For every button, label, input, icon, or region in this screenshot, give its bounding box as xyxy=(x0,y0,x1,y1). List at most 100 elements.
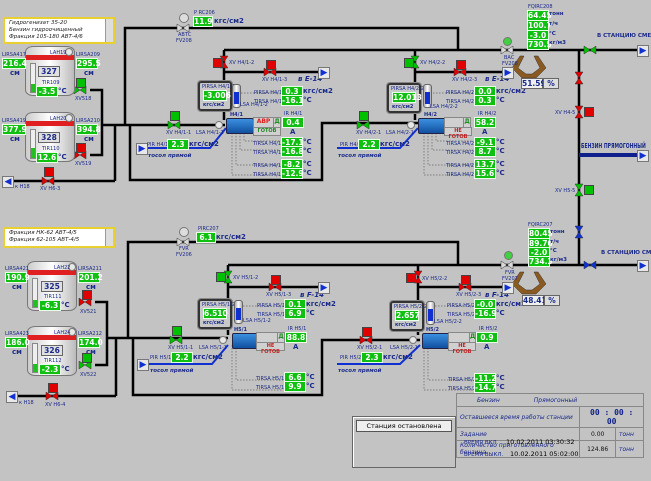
arrow-right-icon[interactable]: ▶ xyxy=(502,67,514,79)
valve-tag[interactable]: FV207 xyxy=(502,276,518,282)
valve-xv-h4-2-2[interactable] xyxy=(404,58,414,68)
arrow-right-icon[interactable]: ▶ xyxy=(318,67,330,79)
level-value: 190.9 xyxy=(5,272,30,283)
pump-tag: Н4/1 xyxy=(230,112,243,118)
valve-xv-h5-1-3[interactable] xyxy=(271,275,281,285)
valve-tag: XV Н5/2-1 xyxy=(357,345,383,351)
tank-number: 325 xyxy=(41,281,63,292)
production-table: Бензин Прямогонный Оставшееся время работ… xyxy=(455,393,645,458)
list-item[interactable]: Фракция 105-180 АВТ-4/6 xyxy=(9,34,103,41)
unit: кг/м3 xyxy=(550,257,567,263)
pump-h5-2[interactable] xyxy=(422,333,450,349)
product-list-bottom[interactable]: Фракция НК-62 АВТ-4/5 Фракция 62-105 АВТ… xyxy=(3,227,115,248)
product-list-top[interactable]: Гидрогенизат 35-20 Бензин гидроочищенный… xyxy=(3,17,115,44)
unit: °С xyxy=(306,382,315,390)
valve-xv-h5-2-1[interactable] xyxy=(362,327,372,337)
arrow-left-icon[interactable]: ◀ xyxy=(2,176,14,188)
temp-value: -3.5 xyxy=(36,86,58,97)
level-switch-tag: LSA Н4/2-1 xyxy=(386,130,414,136)
current-value: 58.2 xyxy=(474,117,496,128)
unit: °С xyxy=(550,248,557,254)
temp-value: -6.3 xyxy=(39,300,61,311)
stream-label: БЕНЗИН ПРЯМОГОННЫЙ xyxy=(581,142,646,150)
valve-tag: FV206 xyxy=(176,252,192,258)
product-label: Бензин xyxy=(477,396,500,404)
valve-xv-h4-1-3[interactable] xyxy=(266,60,276,70)
valve-xv522[interactable] xyxy=(82,353,92,363)
pressure-value: 2.2 xyxy=(358,139,380,150)
temp-value: 6.9 xyxy=(284,308,306,319)
pump-tag: Н4/2 xyxy=(424,112,437,118)
valve-tag: XV Н5/1-2 xyxy=(233,275,259,281)
pressure-value: -3.006 xyxy=(203,90,231,101)
valve-xv-h5-1-1[interactable] xyxy=(172,326,182,336)
level-switch-icon xyxy=(409,336,417,344)
unit: см xyxy=(84,135,94,143)
valve-tag: XV Н5/1-1 xyxy=(168,345,194,351)
level-value: 201.2 xyxy=(78,272,103,283)
valve-xv-h6-3[interactable] xyxy=(44,167,54,177)
arrow-right-icon[interactable]: ▶ xyxy=(502,282,514,294)
unit: °С xyxy=(58,153,67,161)
arrow-left-icon[interactable]: ◀ xyxy=(6,391,18,403)
temp-value: -2.3 xyxy=(39,364,61,375)
scrollbar[interactable] xyxy=(105,229,113,246)
valve-xv518[interactable] xyxy=(76,78,86,88)
pump-status: НЕ ГОТОВ xyxy=(256,342,285,355)
valve-xv-h4-5[interactable] xyxy=(584,107,594,117)
valve-tag: XV Н4/1-1 xyxy=(166,130,192,136)
valve-tag[interactable]: FV208 xyxy=(502,61,518,67)
list-item[interactable]: Фракция НК-62 АВТ-4/5 xyxy=(9,230,103,237)
valve-tag: XV Н6-3 xyxy=(40,186,61,192)
unit: см xyxy=(84,69,94,77)
unit: А xyxy=(290,128,296,136)
temp-value: 0.3 xyxy=(474,95,496,106)
valve-xv521[interactable] xyxy=(82,290,92,300)
arrow-right-icon[interactable]: ▶ xyxy=(318,282,330,294)
level-value: 377.9 xyxy=(2,124,27,135)
valve-xv-h5-2-3[interactable] xyxy=(461,275,471,285)
list-item[interactable]: Фракция 62-105 АВТ-4/5 xyxy=(9,237,103,244)
level-switch-icon xyxy=(215,121,223,129)
valve-xv519[interactable] xyxy=(76,143,86,153)
level-glass-icon xyxy=(234,300,243,324)
unit: °С xyxy=(61,365,70,373)
arrow-right-icon[interactable]: ▶ xyxy=(637,150,649,162)
unit: °С xyxy=(303,96,312,104)
valve-position-value: 51.59 xyxy=(521,78,546,89)
valve-tag: XV521 xyxy=(80,309,97,315)
valve-tag: XV519 xyxy=(75,161,92,167)
valve-xv-h5-2-2[interactable] xyxy=(406,273,416,283)
list-item[interactable]: Бензин гидроочищенный xyxy=(9,27,103,34)
valve-xv-h4-2-1[interactable] xyxy=(359,111,369,121)
valve-xv-h4-1-1[interactable] xyxy=(170,111,180,121)
pump-h4-2[interactable] xyxy=(418,118,446,134)
valve-xv-h5-5[interactable] xyxy=(584,185,594,195)
pump-h4-1[interactable] xyxy=(226,118,254,134)
valve-tag: XV518 xyxy=(75,96,92,102)
unit: кгс/см2 xyxy=(193,353,223,361)
pressure-panel: PIRSA Н5/2-2 2.657 кгс/см2 xyxy=(389,300,427,332)
valve-xv-h5-1-2[interactable] xyxy=(216,272,226,282)
list-item[interactable]: Гидрогенизат 35-20 xyxy=(9,20,103,27)
arrow-right-icon[interactable]: ▶ xyxy=(637,45,649,57)
lamp-tag: LAH24 xyxy=(54,330,71,336)
valve-xv-h4-2-3[interactable] xyxy=(456,60,466,70)
valve-tag: XV Н5-5 xyxy=(555,188,576,194)
unit: А xyxy=(484,343,490,351)
scrollbar[interactable] xyxy=(105,19,113,42)
valve-tag: XV Н4/2-3 xyxy=(452,77,478,83)
valve-xv-h6-4[interactable] xyxy=(48,383,58,393)
level-switch-tag: LSA Н5/2-2 xyxy=(434,319,462,325)
level-value: 216.4 xyxy=(2,58,27,69)
arrow-right-icon[interactable]: ▶ xyxy=(137,359,149,371)
produced-value: 124.86 xyxy=(579,440,616,458)
arrow-right-icon[interactable]: ▶ xyxy=(637,260,649,272)
outlet-label: к Н18 xyxy=(15,184,30,190)
pressure-value: 2.3 xyxy=(167,139,189,150)
valve-xv-h4-1-2[interactable] xyxy=(213,58,223,68)
temp-value: 8.7 xyxy=(474,146,496,157)
pressure-value: 12.013 xyxy=(392,92,422,103)
temp-value: 9.9 xyxy=(284,381,306,392)
temp-value: -16.9 xyxy=(474,308,497,319)
